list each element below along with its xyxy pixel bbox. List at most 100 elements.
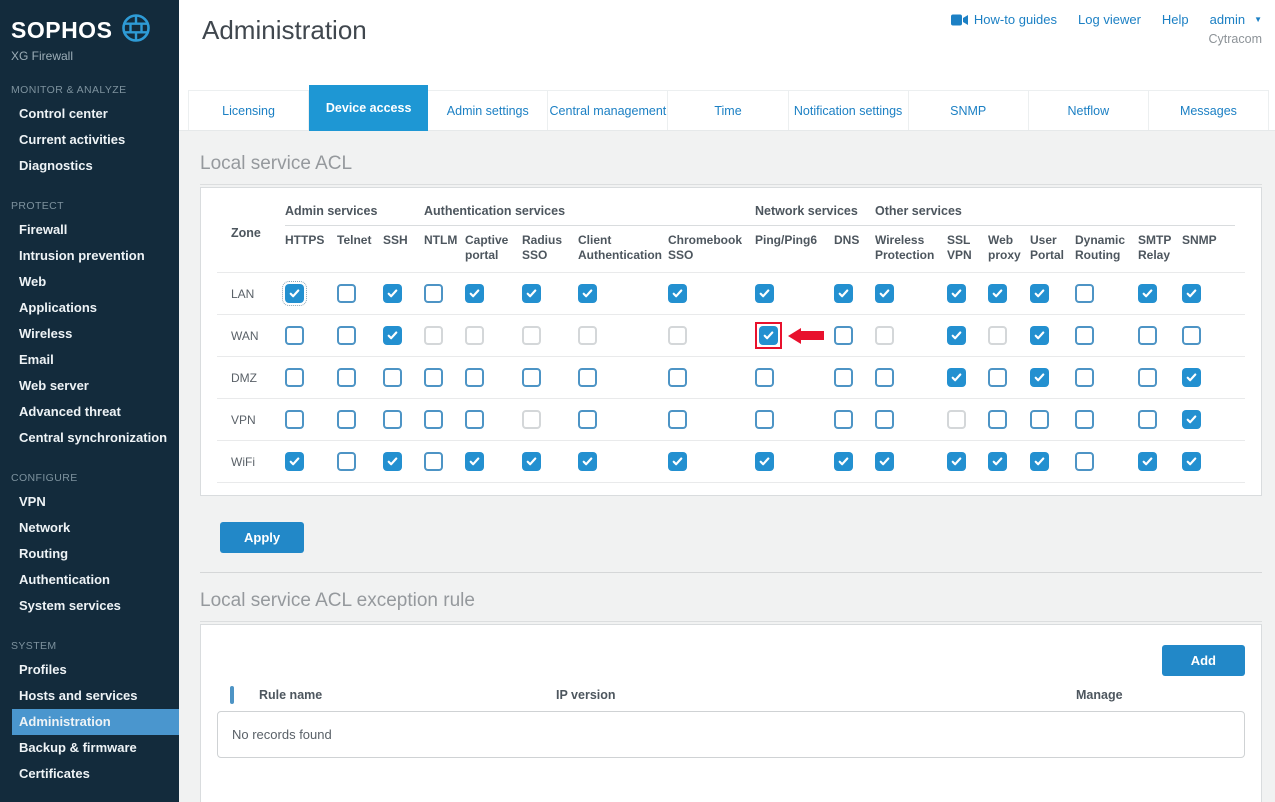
checkbox-wifi-ssl-vpn[interactable] — [947, 452, 966, 471]
checkbox-dmz-radius-sso[interactable] — [522, 368, 541, 387]
sidebar-item-hosts-and-services[interactable]: Hosts and services — [0, 683, 179, 709]
checkbox-dmz-chromebook-sso[interactable] — [668, 368, 687, 387]
checkbox-dmz-https[interactable] — [285, 368, 304, 387]
checkbox-dmz-snmp[interactable] — [1182, 368, 1201, 387]
checkbox-dmz-ssh[interactable] — [383, 368, 402, 387]
checkbox-wifi-client-authentication[interactable] — [578, 452, 597, 471]
top-link-admin[interactable]: admin ▼ — [1210, 12, 1262, 27]
checkbox-wifi-chromebook-sso[interactable] — [668, 452, 687, 471]
checkbox-vpn-ping-ping6[interactable] — [755, 410, 774, 429]
checkbox-lan-ssh[interactable] — [383, 284, 402, 303]
checkbox-wifi-captive-portal[interactable] — [465, 452, 484, 471]
checkbox-vpn-ssh[interactable] — [383, 410, 402, 429]
checkbox-wifi-web-proxy[interactable] — [988, 452, 1007, 471]
checkbox-vpn-snmp[interactable] — [1182, 410, 1201, 429]
checkbox-vpn-wireless-protection[interactable] — [875, 410, 894, 429]
checkbox-wifi-telnet[interactable] — [337, 452, 356, 471]
checkbox-lan-ntlm[interactable] — [424, 284, 443, 303]
tab-snmp[interactable]: SNMP — [908, 90, 1029, 130]
checkbox-lan-https[interactable] — [282, 281, 307, 306]
checkbox-dmz-telnet[interactable] — [337, 368, 356, 387]
checkbox-lan-client-authentication[interactable] — [578, 284, 597, 303]
checkbox-dmz-wireless-protection[interactable] — [875, 368, 894, 387]
sidebar-item-certificates[interactable]: Certificates — [0, 761, 179, 787]
checkbox-lan-smtp-relay[interactable] — [1138, 284, 1157, 303]
sidebar-item-vpn[interactable]: VPN — [0, 489, 179, 515]
checkbox-vpn-ntlm[interactable] — [424, 410, 443, 429]
checkbox-wan-dynamic-routing[interactable] — [1075, 326, 1094, 345]
checkbox-wan-ping-ping6[interactable] — [759, 326, 778, 345]
checkbox-vpn-client-authentication[interactable] — [578, 410, 597, 429]
add-button[interactable]: Add — [1161, 645, 1245, 676]
checkbox-dmz-smtp-relay[interactable] — [1138, 368, 1157, 387]
checkbox-vpn-dns[interactable] — [834, 410, 853, 429]
sidebar-item-current-activities[interactable]: Current activities — [0, 127, 179, 153]
sidebar-item-system-services[interactable]: System services — [0, 593, 179, 619]
checkbox-lan-dns[interactable] — [834, 284, 853, 303]
checkbox-lan-dynamic-routing[interactable] — [1075, 284, 1094, 303]
checkbox-wan-smtp-relay[interactable] — [1138, 326, 1157, 345]
checkbox-lan-ssl-vpn[interactable] — [947, 284, 966, 303]
top-link-log-viewer[interactable]: Log viewer — [1078, 12, 1141, 27]
tab-time[interactable]: Time — [668, 90, 789, 130]
apply-button[interactable]: Apply — [220, 522, 305, 553]
checkbox-vpn-web-proxy[interactable] — [988, 410, 1007, 429]
checkbox-lan-captive-portal[interactable] — [465, 284, 484, 303]
checkbox-wifi-radius-sso[interactable] — [522, 452, 541, 471]
checkbox-vpn-dynamic-routing[interactable] — [1075, 410, 1094, 429]
checkbox-wifi-wireless-protection[interactable] — [875, 452, 894, 471]
sidebar-item-intrusion-prevention[interactable]: Intrusion prevention — [0, 243, 179, 269]
checkbox-dmz-ssl-vpn[interactable] — [947, 368, 966, 387]
top-link-how-to-guides[interactable]: How-to guides — [950, 12, 1057, 27]
checkbox-dmz-client-authentication[interactable] — [578, 368, 597, 387]
checkbox-wan-ssh[interactable] — [383, 326, 402, 345]
checkbox-lan-user-portal[interactable] — [1030, 284, 1049, 303]
checkbox-lan-snmp[interactable] — [1182, 284, 1201, 303]
checkbox-dmz-captive-portal[interactable] — [465, 368, 484, 387]
checkbox-wifi-user-portal[interactable] — [1030, 452, 1049, 471]
checkbox-lan-radius-sso[interactable] — [522, 284, 541, 303]
sidebar-item-web-server[interactable]: Web server — [0, 373, 179, 399]
sidebar-item-network[interactable]: Network — [0, 515, 179, 541]
checkbox-wifi-https[interactable] — [285, 452, 304, 471]
checkbox-lan-ping-ping6[interactable] — [755, 284, 774, 303]
tab-device-access[interactable]: Device access — [309, 85, 429, 131]
sidebar-item-central-synchronization[interactable]: Central synchronization — [0, 425, 179, 451]
tab-licensing[interactable]: Licensing — [188, 90, 310, 130]
sidebar-item-profiles[interactable]: Profiles — [0, 657, 179, 683]
checkbox-wifi-ping-ping6[interactable] — [755, 452, 774, 471]
sidebar-item-routing[interactable]: Routing — [0, 541, 179, 567]
checkbox-lan-wireless-protection[interactable] — [875, 284, 894, 303]
checkbox-wan-telnet[interactable] — [337, 326, 356, 345]
checkbox-vpn-chromebook-sso[interactable] — [668, 410, 687, 429]
sidebar-item-email[interactable]: Email — [0, 347, 179, 373]
checkbox-dmz-dynamic-routing[interactable] — [1075, 368, 1094, 387]
checkbox-dmz-web-proxy[interactable] — [988, 368, 1007, 387]
checkbox-lan-telnet[interactable] — [337, 284, 356, 303]
tab-notification-settings[interactable]: Notification settings — [788, 90, 909, 130]
checkbox-dmz-ntlm[interactable] — [424, 368, 443, 387]
checkbox-wan-snmp[interactable] — [1182, 326, 1201, 345]
checkbox-wan-dns[interactable] — [834, 326, 853, 345]
checkbox-wan-ssl-vpn[interactable] — [947, 326, 966, 345]
tab-messages[interactable]: Messages — [1148, 90, 1269, 130]
sidebar-item-diagnostics[interactable]: Diagnostics — [0, 153, 179, 179]
checkbox-vpn-user-portal[interactable] — [1030, 410, 1049, 429]
top-link-help[interactable]: Help — [1162, 12, 1189, 27]
tab-admin-settings[interactable]: Admin settings — [428, 90, 549, 130]
checkbox-wifi-smtp-relay[interactable] — [1138, 452, 1157, 471]
sidebar-item-advanced-threat[interactable]: Advanced threat — [0, 399, 179, 425]
sidebar-item-applications[interactable]: Applications — [0, 295, 179, 321]
sidebar-item-firewall[interactable]: Firewall — [0, 217, 179, 243]
sidebar-item-web[interactable]: Web — [0, 269, 179, 295]
checkbox-wan-https[interactable] — [285, 326, 304, 345]
checkbox-dmz-dns[interactable] — [834, 368, 853, 387]
checkbox-wifi-ssh[interactable] — [383, 452, 402, 471]
checkbox-wifi-dns[interactable] — [834, 452, 853, 471]
checkbox-vpn-smtp-relay[interactable] — [1138, 410, 1157, 429]
checkbox-wifi-snmp[interactable] — [1182, 452, 1201, 471]
checkbox-wan-user-portal[interactable] — [1030, 326, 1049, 345]
checkbox-dmz-ping-ping6[interactable] — [755, 368, 774, 387]
checkbox-lan-chromebook-sso[interactable] — [668, 284, 687, 303]
select-all-checkbox[interactable] — [230, 686, 234, 704]
